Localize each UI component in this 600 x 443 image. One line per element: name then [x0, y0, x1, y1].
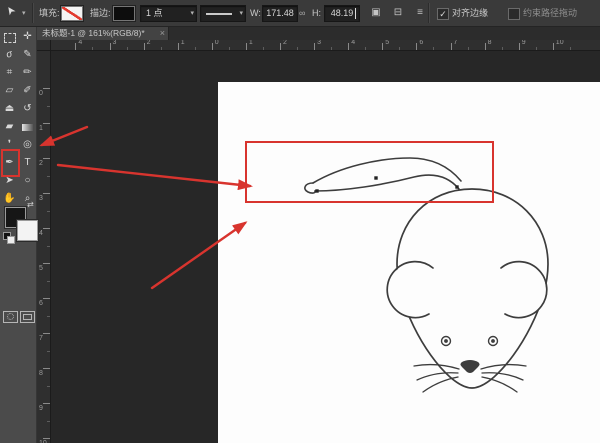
h-ruler-label: 4 [78, 39, 83, 46]
history-brush-tool[interactable]: ↺ [19, 100, 36, 118]
spot-healing-brush-tool[interactable]: ▱ [1, 82, 18, 100]
tool-preset-arrow-icon[interactable]: ➤ [3, 3, 18, 18]
v-ruler-label: 7 [39, 335, 43, 342]
constrain-path-label: 约束路径拖动 [523, 8, 578, 18]
stroke-width-caret-icon[interactable]: ▾ [190, 6, 194, 21]
type-tool[interactable]: T [19, 154, 36, 172]
eraser-tool[interactable]: ▰ [1, 118, 18, 136]
stroke-color-swatch[interactable] [113, 6, 135, 21]
h-ruler-label: 3 [112, 39, 117, 46]
clone-stamp-tool[interactable]: ⏏ [1, 100, 18, 118]
tab-close-icon[interactable]: × [160, 26, 165, 40]
constrain-path-checkbox[interactable] [508, 8, 520, 20]
v-ruler-label: 4 [39, 230, 43, 237]
h-ruler-label: 1 [248, 39, 253, 46]
rectangular-marquee-tool[interactable] [1, 28, 18, 46]
align-edges-label: 对齐边缘 [452, 8, 489, 18]
h-ruler-label: 10 [555, 39, 564, 46]
h-ruler-label: 5 [385, 39, 390, 46]
v-ruler-label: 0 [39, 90, 43, 97]
shape-height-field[interactable]: 48.19 [324, 5, 360, 22]
hand-tool[interactable]: ✋ [1, 190, 18, 208]
shape-width-field[interactable]: 171.48 [262, 5, 298, 22]
pen-tool[interactable]: ✒ [1, 154, 18, 172]
dodge-tool[interactable]: ◎ [19, 136, 36, 154]
swap-colors-icon[interactable]: ⇄ [27, 200, 34, 209]
quick-mask-mode-button[interactable] [3, 311, 18, 323]
lasso-tool[interactable]: σ [0, 44, 20, 66]
screen-mode-button[interactable] [20, 311, 35, 323]
gradient-tool[interactable] [19, 118, 36, 136]
background-color-swatch[interactable] [17, 220, 38, 241]
path-selection-tool[interactable]: ➤ [1, 172, 18, 190]
document-tab[interactable]: 未标题-1 @ 161%(RGB/8)* × [37, 26, 169, 40]
h-ruler-label: 8 [487, 39, 492, 46]
v-ruler-label: 5 [39, 265, 43, 272]
text-cursor [355, 8, 356, 19]
path-arrangement-button[interactable]: ≡ [410, 4, 430, 21]
stroke-label: 描边: [90, 8, 111, 18]
width-label: W: [250, 8, 261, 18]
document-tab-title: 未标题-1 @ 161%(RGB/8)* [42, 28, 145, 38]
v-ruler-label: 1 [39, 125, 43, 132]
move-tool[interactable]: ✛ [19, 28, 36, 46]
stroke-type-dropdown[interactable]: ▾ [200, 5, 246, 22]
ellipse-tool[interactable]: ○ [19, 172, 36, 190]
quick-selection-tool[interactable]: ✎ [19, 46, 36, 64]
fill-label: 填充: [39, 8, 60, 18]
v-ruler-label: 8 [39, 370, 43, 377]
stroke-width-input[interactable]: 1 点 ▾ [140, 5, 197, 22]
h-ruler-label: 7 [453, 39, 458, 46]
default-colors-icon[interactable] [3, 232, 15, 244]
height-label: H: [312, 8, 321, 18]
h-ruler-label: 9 [521, 39, 526, 46]
stroke-type-caret-icon[interactable]: ▾ [239, 6, 243, 21]
stroke-style-line-icon [206, 13, 232, 15]
align-edges-checkbox[interactable]: ✓ [437, 8, 449, 20]
fill-color-swatch[interactable] [61, 6, 83, 21]
eyedropper-tool[interactable]: ✏ [19, 64, 36, 82]
h-ruler-label: 2 [146, 39, 151, 46]
crop-tool[interactable]: ⌗ [1, 64, 18, 82]
path-alignment-button[interactable]: ⊟ [388, 4, 408, 21]
vertical-ruler: 012345678910 [37, 50, 51, 443]
tool-options-bar: ➤ ▾ 填充: 描边: 1 点 ▾ ▾ W: 171.48 ∞ H: 48.19… [0, 0, 600, 27]
h-ruler-label: 3 [317, 39, 321, 46]
path-operations-button[interactable]: ▣ [366, 4, 386, 21]
h-ruler-label: 4 [351, 39, 356, 46]
document-canvas[interactable] [218, 82, 600, 443]
h-ruler-label: 6 [419, 39, 424, 46]
blur-tool[interactable]: ❜ [1, 136, 18, 154]
h-ruler-label: 1 [180, 39, 185, 46]
photoshop-window: 4321012345678910 012345678910 未标题-1 @ 16… [0, 0, 600, 443]
link-dimensions-icon[interactable]: ∞ [299, 0, 305, 26]
h-ruler-label: 0 [214, 39, 219, 46]
tools-panel: ✛ σ ✎ ⌗ ✏ ▱ ✐ ⏏ ↺ ▰ ❜ ◎ ✒ T ➤ ○ ✋ ⌕ ⇄ [0, 26, 38, 443]
v-ruler-label: 2 [39, 160, 43, 167]
v-ruler-label: 3 [39, 195, 43, 202]
brush-tool[interactable]: ✐ [19, 82, 36, 100]
h-ruler-label: 2 [283, 39, 287, 46]
v-ruler-label: 6 [39, 300, 43, 307]
v-ruler-label: 9 [39, 405, 43, 412]
tool-preset-caret-icon[interactable]: ▾ [22, 6, 26, 21]
